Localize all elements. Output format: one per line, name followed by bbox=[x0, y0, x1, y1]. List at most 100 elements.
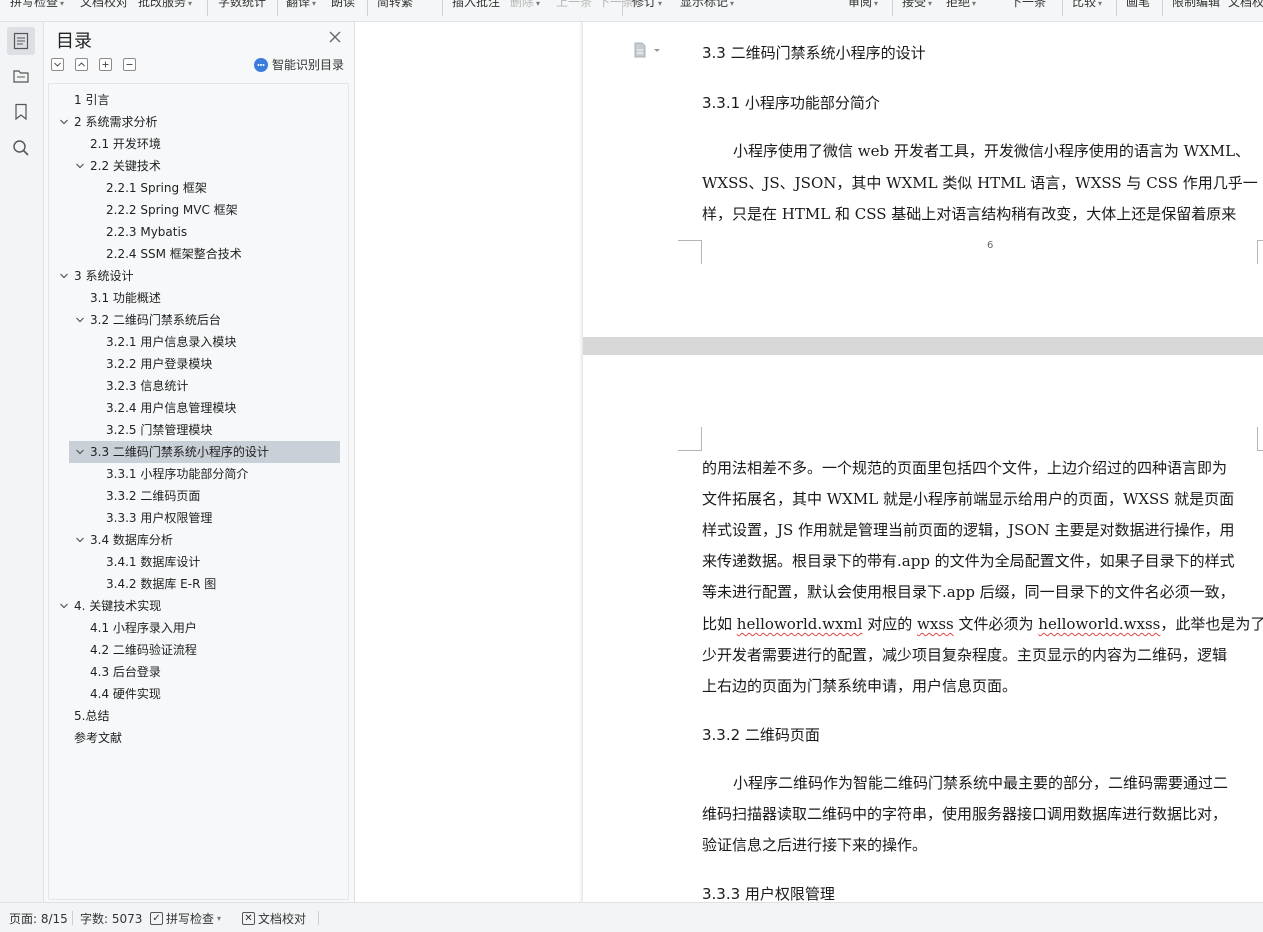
pen-button[interactable]: 画笔 bbox=[1126, 0, 1150, 11]
toc-item[interactable]: 4. 关键技术实现 bbox=[44, 595, 344, 617]
expand-arrow-icon[interactable] bbox=[74, 155, 86, 177]
toc-item-label: 4.2 二维码验证流程 bbox=[90, 643, 197, 657]
expand-arrow-icon[interactable] bbox=[58, 111, 70, 133]
next-change-button[interactable]: 下一条 bbox=[1010, 0, 1046, 11]
toc-item[interactable]: 3.2.2 用户登录模块 bbox=[44, 353, 344, 375]
paragraph-doc-icon bbox=[634, 42, 660, 58]
toc-item[interactable]: 3.2.5 门禁管理模块 bbox=[44, 419, 344, 441]
toc-item[interactable]: 3.4 数据库分析 bbox=[44, 529, 344, 551]
heading-3-3-3: 3.3.3 用户权限管理 bbox=[702, 885, 835, 903]
smart-toc-button[interactable]: 智能识别目录 bbox=[254, 56, 344, 73]
heading-3-3-1: 3.3.1 小程序功能部分简介 bbox=[702, 94, 880, 112]
chapter-nav-button[interactable] bbox=[7, 62, 35, 90]
expand-arrow-icon[interactable] bbox=[74, 529, 86, 551]
margin-corner-mark bbox=[678, 240, 702, 264]
expand-arrow-icon[interactable] bbox=[74, 441, 86, 463]
toc-item[interactable]: 1 引言 bbox=[44, 89, 344, 111]
paragraph-line: 少开发者需要进行的配置，减少项目复杂程度。主页显示的内容为二维码，逻辑 bbox=[702, 646, 1228, 664]
doc-proofread-button[interactable]: 文档校对 bbox=[80, 0, 128, 11]
toc-item[interactable]: 3.2.4 用户信息管理模块 bbox=[44, 397, 344, 419]
track-changes-button[interactable]: 修订 ▾ bbox=[632, 0, 662, 11]
expand-level-button[interactable] bbox=[51, 58, 64, 71]
toc-item[interactable]: 参考文献 bbox=[44, 727, 344, 749]
toc-item[interactable]: 2.2.1 Spring 框架 bbox=[44, 177, 344, 199]
toc-item-label: 3.3.3 用户权限管理 bbox=[106, 511, 213, 525]
toc-item[interactable]: 4.2 二维码验证流程 bbox=[44, 639, 344, 661]
margin-corner-mark bbox=[1257, 427, 1263, 451]
toc-item-label: 4.4 硬件实现 bbox=[90, 687, 161, 701]
chevron-down-icon bbox=[54, 62, 61, 67]
prev-comment-button[interactable]: 上一条 bbox=[556, 0, 592, 11]
spelling-error[interactable]: helloworld.wxss bbox=[1038, 615, 1160, 633]
translate-button[interactable]: 翻译 ▾ bbox=[286, 0, 316, 11]
bookmark-icon bbox=[15, 103, 27, 121]
paragraph-line: 维码扫描器读取二维码中的字符串，使用服务器接口调用数据库进行数据比对， bbox=[702, 805, 1228, 823]
find-pane-button[interactable] bbox=[7, 134, 35, 162]
toc-pane-button[interactable] bbox=[7, 27, 35, 55]
paragraph-options-button[interactable] bbox=[633, 42, 663, 61]
toc-item[interactable]: 4.4 硬件实现 bbox=[44, 683, 344, 705]
correction-service-button[interactable]: 批改服务 ▾ bbox=[138, 0, 192, 11]
expand-arrow-icon[interactable] bbox=[58, 595, 70, 617]
toc-item[interactable]: 3.2.3 信息统计 bbox=[44, 375, 344, 397]
toc-item[interactable]: 3.4.2 数据库 E-R 图 bbox=[44, 573, 344, 595]
toc-item[interactable]: 3.4.1 数据库设计 bbox=[44, 551, 344, 573]
minus-icon bbox=[126, 64, 133, 65]
toc-item[interactable]: 5.总结 bbox=[44, 705, 344, 727]
toc-item[interactable]: 2.2.2 Spring MVC 框架 bbox=[44, 199, 344, 221]
show-markup-button[interactable]: 显示标记 ▾ bbox=[680, 0, 734, 11]
toc-item[interactable]: 3.2.1 用户信息录入模块 bbox=[44, 331, 344, 353]
spelling-error[interactable]: helloworld.wxml bbox=[737, 615, 863, 633]
plus-icon bbox=[102, 61, 109, 68]
toc-item-label: 3.4.2 数据库 E-R 图 bbox=[106, 577, 217, 591]
toc-item[interactable]: 2.2.4 SSM 框架整合技术 bbox=[44, 243, 344, 265]
toc-item[interactable]: 2 系统需求分析 bbox=[44, 111, 344, 133]
toc-item[interactable]: 3.1 功能概述 bbox=[44, 287, 344, 309]
review-pane-button[interactable]: 审阅 ▾ bbox=[848, 0, 878, 11]
status-bar: 页面: 8/15 字数: 5073 ✓ 拼写检查 ▾ ✕ 文档校对 bbox=[0, 902, 1263, 932]
toc-item[interactable]: 4.3 后台登录 bbox=[44, 661, 344, 683]
delete-comment-button[interactable]: 删除 ▾ bbox=[510, 0, 540, 11]
read-aloud-button[interactable]: 朗读 bbox=[331, 0, 355, 11]
toc-item[interactable]: 3.3.3 用户权限管理 bbox=[44, 507, 344, 529]
toc-item[interactable]: 4.1 小程序录入用户 bbox=[44, 617, 344, 639]
spelling-error[interactable]: wxss bbox=[917, 615, 954, 633]
doc-permission-button[interactable]: 文档权 bbox=[1228, 0, 1263, 11]
insert-comment-button[interactable]: 插入批注 bbox=[452, 0, 500, 11]
collapse-level-button[interactable] bbox=[75, 58, 88, 71]
accept-button[interactable]: 接受 ▾ bbox=[902, 0, 932, 11]
toc-item[interactable]: 2.1 开发环境 bbox=[44, 133, 344, 155]
close-pane-button[interactable] bbox=[328, 30, 342, 44]
toc-item[interactable]: 3.3.1 小程序功能部分简介 bbox=[44, 463, 344, 485]
toc-item[interactable]: 3.3 二维码门禁系统小程序的设计 bbox=[44, 441, 344, 463]
paragraph-line: 样式设置，JS 作用就是管理当前页面的逻辑，JSON 主要是对数据进行操作，用 bbox=[702, 521, 1235, 539]
expand-arrow-icon[interactable] bbox=[58, 265, 70, 287]
toc-item[interactable]: 2.2.3 Mybatis bbox=[44, 221, 344, 243]
toc-item[interactable]: 2.2 关键技术 bbox=[44, 155, 344, 177]
collapse-all-button[interactable] bbox=[123, 58, 136, 71]
compare-button[interactable]: 比较 ▾ bbox=[1072, 0, 1102, 11]
toc-item[interactable]: 3 系统设计 bbox=[44, 265, 344, 287]
page-indicator[interactable]: 页面: 8/15 bbox=[9, 910, 68, 927]
bookmark-pane-button[interactable] bbox=[7, 98, 35, 126]
page-shadow bbox=[579, 22, 583, 902]
next-comment-button[interactable]: 下一条 bbox=[598, 0, 634, 11]
spell-check-button[interactable]: 拼写检查 ▾ bbox=[10, 0, 64, 11]
document-canvas[interactable]: 3.3 二维码门禁系统小程序的设计 3.3.1 小程序功能部分简介 小程序使用了… bbox=[355, 22, 1263, 903]
word-count-button[interactable]: 字数统计 bbox=[218, 0, 266, 11]
spell-check-status[interactable]: ✓ 拼写检查 ▾ bbox=[150, 910, 221, 927]
expand-all-button[interactable] bbox=[99, 58, 112, 71]
ai-bubble-icon bbox=[254, 57, 268, 72]
toc-item-label: 参考文献 bbox=[74, 731, 123, 745]
toc-item-label: 5.总结 bbox=[74, 709, 110, 723]
expand-arrow-icon[interactable] bbox=[74, 309, 86, 331]
toc-item[interactable]: 3.3.2 二维码页面 bbox=[44, 485, 344, 507]
restrict-editing-button[interactable]: 限制编辑 bbox=[1172, 0, 1220, 11]
toc-item[interactable]: 3.2 二维码门禁系统后台 bbox=[44, 309, 344, 331]
check-icon: ✓ bbox=[150, 912, 163, 925]
paragraph-line: 的用法相差不多。一个规范的页面里包括四个文件，上边介绍过的四种语言即为 bbox=[702, 459, 1228, 477]
simplified-to-traditional-button[interactable]: 简转繁 bbox=[377, 0, 413, 11]
reject-button[interactable]: 拒绝 ▾ bbox=[946, 0, 976, 11]
word-count-indicator[interactable]: 字数: 5073 bbox=[80, 910, 142, 927]
doc-proofread-status[interactable]: ✕ 文档校对 bbox=[242, 910, 306, 927]
